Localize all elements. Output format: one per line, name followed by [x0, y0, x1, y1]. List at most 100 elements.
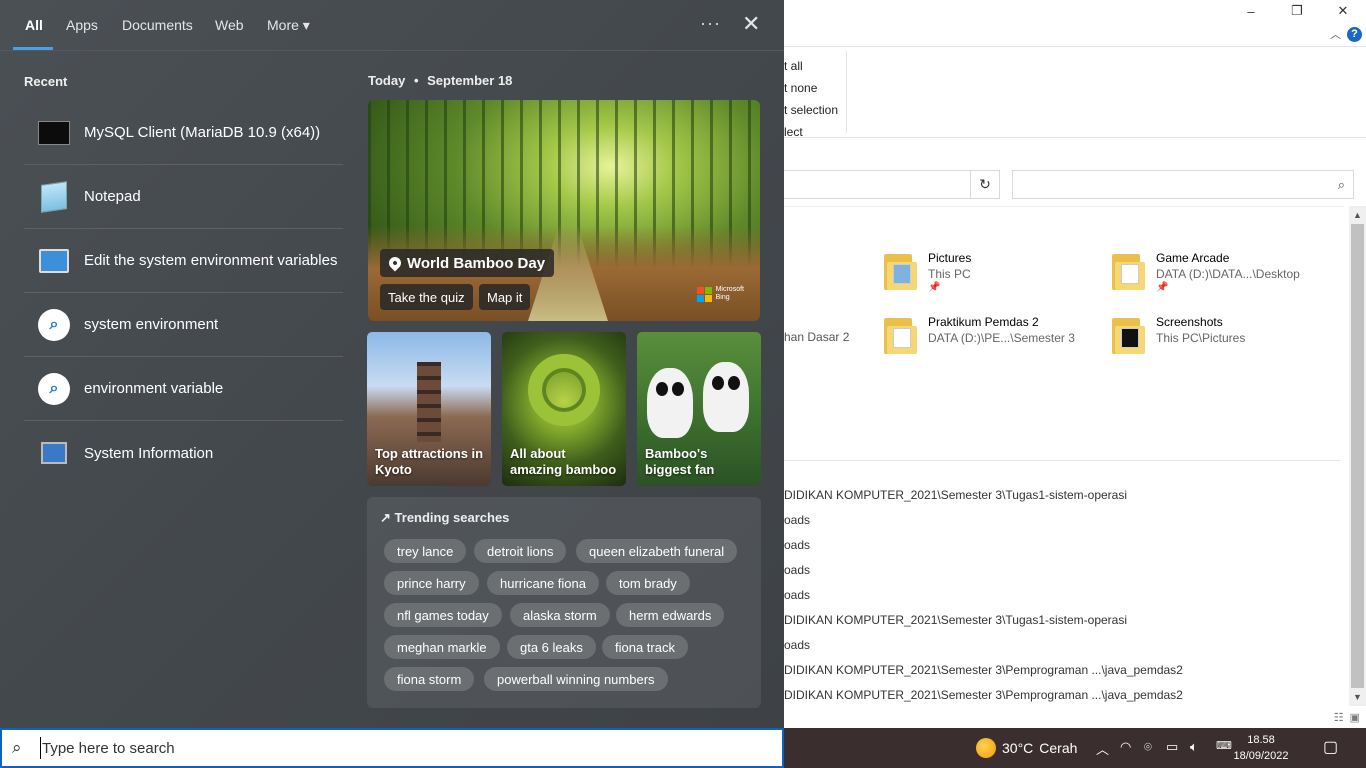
trending-chip[interactable]: meghan markle	[384, 635, 500, 659]
large-icons-view-icon[interactable]: ▣	[1350, 711, 1360, 724]
meet-now-icon[interactable]: ⌾	[1144, 739, 1152, 755]
card-panda[interactable]: Bamboo's biggest fan	[637, 332, 761, 486]
trending-chip[interactable]: detroit lions	[474, 539, 567, 563]
close-icon[interactable]: ✕	[742, 12, 760, 36]
card-bamboo[interactable]: All about amazing bamboo	[502, 332, 626, 486]
sun-icon	[976, 738, 996, 758]
taskbar-search-box[interactable]: ⌕	[0, 728, 784, 768]
tab-apps[interactable]: Apps	[66, 17, 98, 33]
recent-item-edit-env-vars[interactable]: Edit the system environment variables	[24, 229, 343, 293]
tab-web[interactable]: Web	[215, 17, 244, 33]
terminal-icon	[38, 117, 70, 149]
taskbar-clock[interactable]: 18.58 18/09/2022	[1230, 732, 1292, 764]
card-caption: All about amazing bamboo	[510, 446, 617, 477]
close-window-button[interactable]: ✕	[1320, 0, 1366, 22]
vertical-scrollbar[interactable]: ▲ ▼	[1349, 206, 1366, 706]
recent-item-label: System Information	[84, 444, 214, 462]
recent-file-path[interactable]: oads	[784, 513, 810, 527]
invert-selection-button[interactable]: t selection	[784, 99, 838, 121]
search-tabs: All Apps Documents Web More ▾ ··· ✕	[0, 0, 784, 51]
recent-file-path[interactable]: DIDIKAN KOMPUTER_2021\Semester 3\Pemprog…	[784, 663, 1183, 677]
weather-widget[interactable]: 30°C Cerah	[976, 738, 1077, 758]
minimize-button[interactable]: –	[1228, 0, 1274, 22]
select-all-button[interactable]: t all	[784, 55, 838, 77]
trending-chip[interactable]: powerball winning numbers	[484, 667, 668, 691]
search-icon: ⌕	[12, 738, 22, 757]
scroll-up-icon[interactable]: ▲	[1353, 210, 1362, 220]
recent-item-system-information[interactable]: System Information	[24, 421, 343, 485]
quick-access-item[interactable]: Praktikum Pemdas 2 DATA (D:)\PE...\Semes…	[884, 314, 1075, 354]
map-it-button[interactable]: Map it	[479, 284, 531, 310]
trending-chip[interactable]: prince harry	[384, 571, 479, 595]
wifi-icon[interactable]: ◠	[1120, 739, 1131, 755]
trending-chip[interactable]: nfl games today	[384, 603, 502, 627]
brand-line-1: Microsoft	[715, 286, 744, 293]
trending-chip[interactable]: fiona storm	[384, 667, 475, 691]
quick-access-item[interactable]: Screenshots This PC\Pictures	[1112, 314, 1245, 354]
recent-file-path[interactable]: oads	[784, 588, 810, 602]
pictures-folder-icon	[884, 250, 920, 290]
card-kyoto[interactable]: Top attractions in Kyoto	[367, 332, 491, 486]
recent-item-system-environment[interactable]: ⌕ system environment	[24, 293, 343, 357]
recent-item-label: system environment	[84, 316, 219, 333]
trending-arrow-icon: ↗	[380, 510, 391, 525]
tab-documents[interactable]: Documents	[122, 17, 193, 33]
clock-time: 18.58	[1247, 734, 1275, 746]
trending-chip[interactable]: trey lance	[384, 539, 467, 563]
recent-item-notepad[interactable]: Notepad	[24, 165, 343, 229]
power-icon[interactable]: ▭	[1166, 739, 1178, 755]
show-hidden-icons-icon[interactable]: ︿	[1096, 739, 1109, 758]
pagoda-image	[417, 362, 441, 442]
details-view-icon[interactable]: ☷	[1334, 711, 1344, 724]
more-options-icon[interactable]: ···	[700, 13, 721, 34]
recent-file-path[interactable]: DIDIKAN KOMPUTER_2021\Semester 3\Tugas1-…	[784, 488, 1127, 502]
refresh-button[interactable]: ↻	[970, 170, 1000, 199]
window-controls: – ❐ ✕	[1228, 0, 1366, 22]
restore-button[interactable]: ❐	[1274, 0, 1320, 22]
hero-card-bamboo-day[interactable]: World Bamboo Day Take the quiz Map it Mi…	[368, 100, 760, 321]
trending-chip[interactable]: fiona track	[602, 635, 688, 659]
trending-chip[interactable]: alaska storm	[510, 603, 610, 627]
explorer-search-input[interactable]: ⌕	[1012, 170, 1354, 199]
bamboo-ring-image	[528, 354, 600, 426]
recent-file-path[interactable]: oads	[784, 538, 810, 552]
recent-file-path[interactable]: oads	[784, 638, 810, 652]
tab-all[interactable]: All	[25, 17, 43, 33]
notifications-icon[interactable]: ▢	[1323, 737, 1338, 757]
trending-chip[interactable]: queen elizabeth funeral	[576, 539, 738, 563]
take-quiz-button[interactable]: Take the quiz	[380, 284, 473, 310]
today-date: September 18	[427, 73, 513, 88]
search-panel: All Apps Documents Web More ▾ ··· ✕ Rece…	[0, 0, 784, 728]
search-icon: ⌕	[38, 372, 70, 405]
scrollbar-thumb[interactable]	[1351, 224, 1364, 688]
quick-access-location: This PC\Pictures	[1156, 331, 1246, 345]
trending-chip[interactable]: herm edwards	[616, 603, 725, 627]
tab-more[interactable]: More ▾	[267, 17, 310, 34]
search-input[interactable]	[40, 737, 740, 759]
trending-chip[interactable]: gta 6 leaks	[507, 635, 596, 659]
system-env-icon	[38, 245, 70, 277]
card-caption: Bamboo's biggest fan	[645, 446, 715, 477]
recent-file-path[interactable]: DIDIKAN KOMPUTER_2021\Semester 3\Pemprog…	[784, 688, 1183, 702]
quick-access-item[interactable]: Pictures This PC 📌	[884, 250, 971, 293]
quick-access-fragment[interactable]: han Dasar 2	[784, 330, 849, 344]
hero-title[interactable]: World Bamboo Day	[380, 249, 555, 277]
quick-access-location: This PC	[928, 267, 971, 281]
recent-item-mysql-client[interactable]: MySQL Client (MariaDB 10.9 (x64))	[24, 101, 343, 165]
help-icon[interactable]: ?	[1347, 26, 1362, 42]
collapse-ribbon-icon[interactable]: ︿	[1330, 26, 1341, 42]
trending-chip[interactable]: tom brady	[606, 571, 690, 595]
trending-chip[interactable]: hurricane fiona	[487, 571, 599, 595]
location-pin-icon	[386, 254, 404, 272]
quick-access-name: Praktikum Pemdas 2	[928, 315, 1039, 329]
volume-icon[interactable]: 🔈︎	[1190, 739, 1198, 755]
quick-access-item[interactable]: Game Arcade DATA (D:)\DATA...\Desktop 📌	[1112, 250, 1300, 293]
recent-item-environment-variable[interactable]: ⌕ environment variable	[24, 357, 343, 421]
select-none-button[interactable]: t none	[784, 77, 838, 99]
recent-file-path[interactable]: DIDIKAN KOMPUTER_2021\Semester 3\Tugas1-…	[784, 613, 1127, 627]
trending-heading: ↗ Trending searches	[380, 510, 510, 525]
recent-file-path[interactable]: oads	[784, 563, 810, 577]
address-bar[interactable]: ﹀	[784, 170, 998, 199]
select-group-label: lect	[784, 125, 803, 139]
scroll-down-icon[interactable]: ▼	[1353, 692, 1362, 702]
